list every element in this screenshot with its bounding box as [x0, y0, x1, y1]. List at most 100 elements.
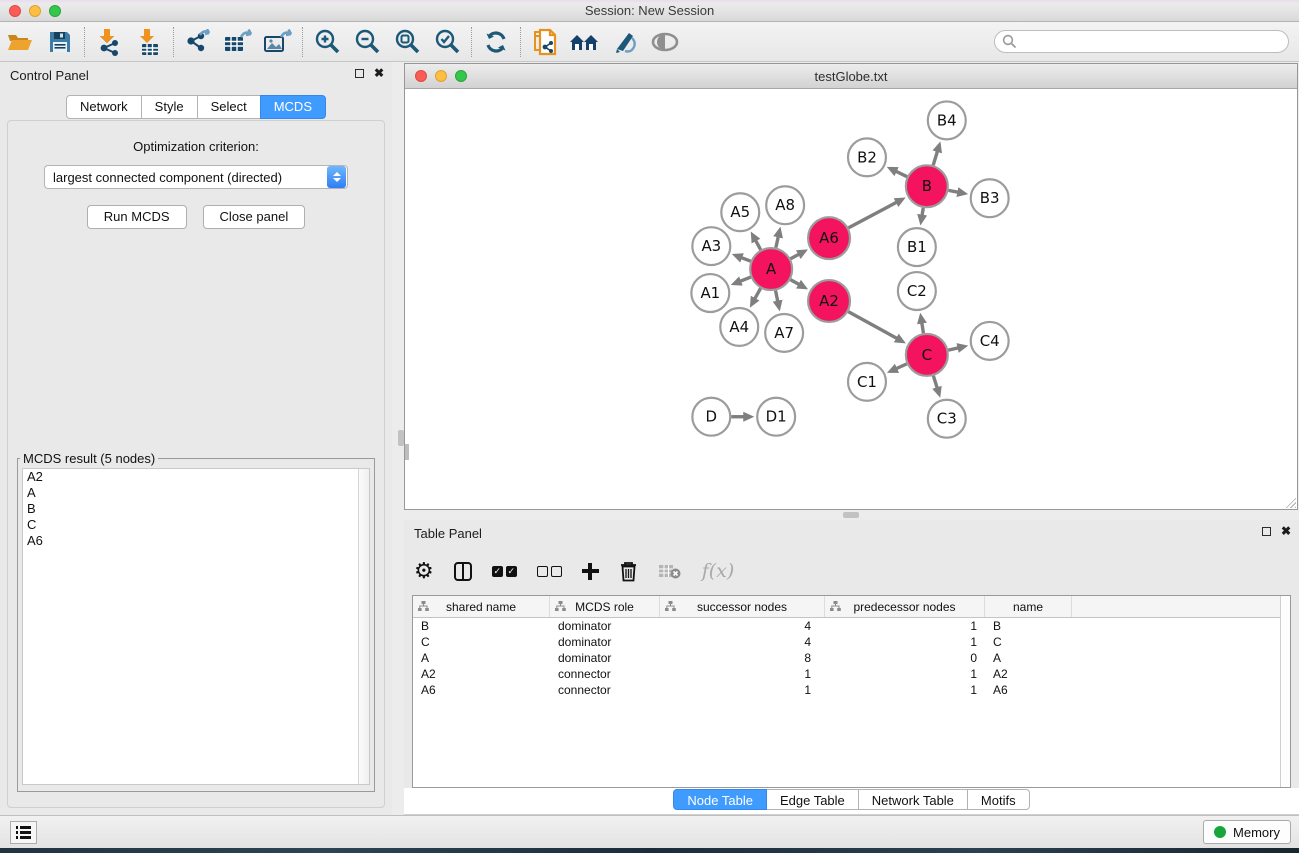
zoom-in-button[interactable]	[307, 25, 347, 59]
table-cell[interactable]: 1	[660, 682, 825, 698]
list-scrollbar[interactable]	[358, 469, 369, 784]
column-header-successor-nodes[interactable]: successor nodes	[660, 596, 825, 617]
table-cell[interactable]: C	[413, 634, 550, 650]
tab-edge-table[interactable]: Edge Table	[766, 789, 859, 810]
export-table-button[interactable]	[218, 25, 258, 59]
graph-edge-B-B2[interactable]	[895, 171, 907, 177]
export-image-button[interactable]	[258, 25, 298, 59]
refresh-button[interactable]	[476, 25, 516, 59]
column-header-predecessor-nodes[interactable]: predecessor nodes	[825, 596, 985, 617]
table-cell[interactable]: 1	[825, 618, 985, 634]
delete-column-button[interactable]	[619, 560, 638, 582]
zoom-fit-button[interactable]	[387, 25, 427, 59]
list-item[interactable]: A6	[23, 533, 369, 549]
select-all-button[interactable]: ✓ ✓	[492, 566, 517, 577]
mcds-result-list[interactable]: A2ABCA6	[22, 468, 370, 785]
home-button[interactable]	[565, 25, 605, 59]
canvas-scroll-thumb[interactable]	[405, 444, 409, 460]
deselect-all-button[interactable]	[537, 566, 562, 577]
table-cell[interactable]: A2	[413, 666, 550, 682]
zoom-selected-button[interactable]	[427, 25, 467, 59]
column-header-MCDS-role[interactable]: MCDS role	[550, 596, 660, 617]
table-row[interactable]: A2connector11A2	[413, 666, 1290, 682]
graph-edge-A-A2[interactable]	[790, 280, 800, 285]
graph-edge-A-A7[interactable]	[776, 291, 778, 303]
close-panel-icon[interactable]: ✖	[1281, 526, 1291, 536]
run-mcds-button[interactable]: Run MCDS	[87, 205, 187, 229]
table-cell[interactable]: C	[985, 634, 1072, 650]
table-scrollbar[interactable]	[1280, 596, 1290, 787]
graph-edge-A-A5[interactable]	[755, 239, 761, 249]
graph-edge-B-B4[interactable]	[933, 150, 938, 165]
graph-edge-A-A4[interactable]	[754, 288, 760, 300]
graph-edge-C-C3[interactable]	[933, 376, 937, 389]
graph-edge-C-C1[interactable]	[895, 364, 907, 369]
list-item[interactable]: B	[23, 501, 369, 517]
tab-network[interactable]: Network	[66, 95, 142, 119]
network-from-selection-button[interactable]	[525, 25, 565, 59]
search-input[interactable]	[994, 30, 1289, 53]
table-cell[interactable]: 1	[825, 666, 985, 682]
table-row[interactable]: Adominator80A	[413, 650, 1290, 666]
column-header-name[interactable]: name	[985, 596, 1072, 617]
tab-network-table[interactable]: Network Table	[858, 789, 968, 810]
hide-show-button[interactable]	[645, 25, 685, 59]
tab-mcds[interactable]: MCDS	[260, 95, 326, 119]
table-row[interactable]: A6connector11A6	[413, 682, 1290, 698]
column-header-shared-name[interactable]: shared name	[413, 596, 550, 617]
network-window-titlebar[interactable]: testGlobe.txt	[405, 64, 1297, 89]
table-cell[interactable]: 4	[660, 618, 825, 634]
zoom-out-button[interactable]	[347, 25, 387, 59]
table-cell[interactable]: connector	[550, 682, 660, 698]
table-cell[interactable]: dominator	[550, 650, 660, 666]
list-item[interactable]: A	[23, 485, 369, 501]
annotation-button[interactable]	[605, 25, 645, 59]
table-cell[interactable]: A	[413, 650, 550, 666]
table-cell[interactable]: A	[985, 650, 1072, 666]
save-session-button[interactable]	[40, 25, 80, 59]
memory-button[interactable]: Memory	[1203, 820, 1291, 844]
graph-edge-A-A1[interactable]	[739, 277, 751, 282]
table-settings-button[interactable]: ⚙	[414, 560, 434, 582]
open-file-button[interactable]	[0, 25, 40, 59]
list-item[interactable]: C	[23, 517, 369, 533]
close-panel-button[interactable]: Close panel	[203, 205, 306, 229]
table-cell[interactable]: A2	[985, 666, 1072, 682]
table-cell[interactable]: 0	[825, 650, 985, 666]
table-cell[interactable]: 1	[825, 682, 985, 698]
graph-edge-A6-B[interactable]	[848, 202, 897, 228]
graph-edge-A-A6[interactable]	[791, 254, 800, 259]
table-cell[interactable]: 4	[660, 634, 825, 650]
table-cell[interactable]: A6	[985, 682, 1072, 698]
close-panel-icon[interactable]: ✖	[374, 68, 384, 78]
graph-edge-A-A3[interactable]	[740, 257, 750, 261]
float-panel-icon[interactable]	[355, 69, 364, 78]
column-selector-button[interactable]	[454, 562, 472, 581]
table-cell[interactable]: B	[985, 618, 1072, 634]
horizontal-splitter-handle[interactable]	[843, 512, 859, 518]
export-network-button[interactable]	[178, 25, 218, 59]
import-network-button[interactable]	[89, 25, 129, 59]
tab-style[interactable]: Style	[141, 95, 198, 119]
table-row[interactable]: Cdominator41C	[413, 634, 1290, 650]
table-cell[interactable]: 8	[660, 650, 825, 666]
network-canvas[interactable]: B4B2BB3A8A5A6A3B1AC2A1A2A4A7C4CC1DD1C3	[405, 89, 1297, 509]
table-row[interactable]: Bdominator41B	[413, 618, 1290, 634]
table-cell[interactable]: 1	[825, 634, 985, 650]
graph-edge-A2-C[interactable]	[848, 312, 898, 339]
table-cell[interactable]: connector	[550, 666, 660, 682]
graph-edge-B-B3[interactable]	[948, 190, 959, 192]
table-cell[interactable]: A6	[413, 682, 550, 698]
import-table-button[interactable]	[129, 25, 169, 59]
graph-edge-B-B1[interactable]	[922, 208, 923, 217]
add-column-button[interactable]	[582, 563, 599, 580]
tab-motifs[interactable]: Motifs	[967, 789, 1030, 810]
table-cell[interactable]: dominator	[550, 618, 660, 634]
graph-edge-C-C4[interactable]	[948, 348, 959, 350]
table-cell[interactable]: B	[413, 618, 550, 634]
float-panel-icon[interactable]	[1262, 527, 1271, 536]
list-item[interactable]: A2	[23, 469, 369, 485]
table-cell[interactable]: dominator	[550, 634, 660, 650]
table-cell[interactable]: 1	[660, 666, 825, 682]
tab-node-table[interactable]: Node Table	[673, 789, 767, 810]
